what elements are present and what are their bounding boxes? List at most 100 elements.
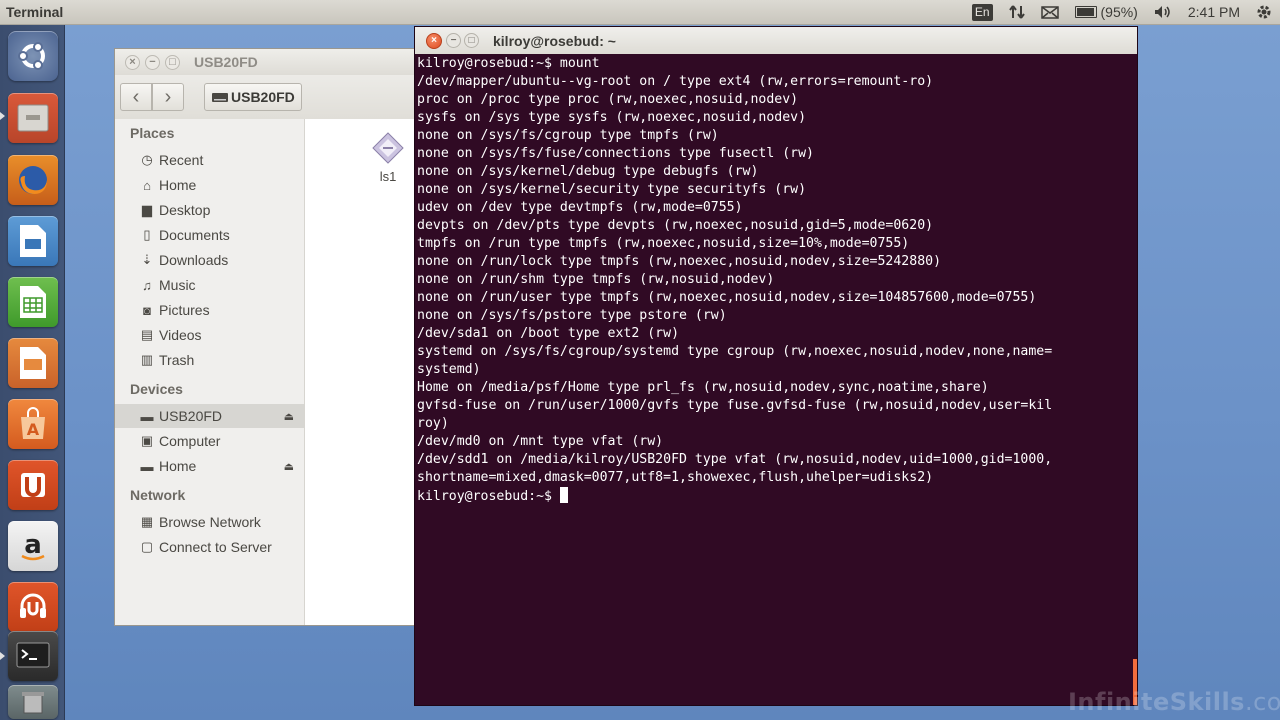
back-button[interactable]: ‹: [120, 83, 152, 111]
terminal-window: × − □ kilroy@rosebud: ~ kilroy@rosebud:~…: [414, 26, 1138, 706]
file-cabinet-icon: [17, 104, 49, 132]
svg-text:a: a: [24, 530, 42, 560]
terminal-icon: [16, 642, 50, 668]
launcher-firefox[interactable]: [8, 155, 58, 205]
amazon-icon: a: [21, 530, 45, 561]
path-bar-button[interactable]: USB20FD: [204, 83, 302, 111]
ubuntu-one-icon: [21, 473, 45, 497]
minimize-window-button[interactable]: −: [446, 33, 461, 48]
trash-icon: [22, 692, 44, 714]
terminal-line: /dev/md0 on /mnt type vfat (rw): [417, 434, 664, 449]
terminal-prompt-line: kilroy@rosebud:~$: [417, 487, 1137, 506]
music-icon: ♫: [142, 277, 152, 293]
file-manager-titlebar[interactable]: × − □ USB20FD: [115, 49, 423, 75]
maximize-window-button[interactable]: □: [165, 54, 180, 70]
mail-icon[interactable]: [1033, 0, 1067, 25]
sidebar-item-usb20fd[interactable]: ▬ USB20FD ⏏: [115, 404, 304, 428]
launcher-amazon[interactable]: a: [8, 521, 58, 571]
file-name: ls1: [379, 169, 397, 184]
drive-icon: [212, 93, 228, 102]
maximize-window-button[interactable]: □: [464, 33, 479, 48]
sidebar-item-connect-to-server[interactable]: ▢ Connect to Server: [115, 535, 304, 559]
top-panel: Terminal En (95%) 2:41 PM: [0, 0, 1280, 25]
network-icon[interactable]: [1001, 0, 1033, 25]
drive-icon: ▬: [140, 458, 154, 474]
eject-icon[interactable]: ⏏: [284, 410, 294, 423]
file-item[interactable]: ls1: [363, 131, 413, 184]
sidebar-item-pictures[interactable]: ◙ Pictures: [115, 298, 304, 322]
session-gear-icon[interactable]: [1248, 0, 1280, 25]
launcher-libreoffice-draw[interactable]: [8, 216, 58, 266]
clock[interactable]: 2:41 PM: [1180, 0, 1248, 25]
sidebar-item-trash[interactable]: ▥ Trash: [115, 348, 304, 372]
forward-button[interactable]: ›: [152, 83, 184, 111]
terminal-titlebar[interactable]: × − □ kilroy@rosebud: ~: [415, 27, 1137, 54]
firefox-icon: [19, 166, 47, 194]
script-file-icon: [371, 131, 405, 165]
sidebar-item-recent[interactable]: ◷ Recent: [115, 148, 304, 172]
launcher-files[interactable]: [8, 93, 58, 143]
minimize-window-button[interactable]: −: [145, 54, 160, 70]
spreadsheet-icon: [20, 286, 46, 318]
terminal-line: tmpfs on /run type tmpfs (rw,noexec,nosu…: [417, 236, 910, 251]
system-tray: En (95%) 2:41 PM: [964, 0, 1280, 25]
drive-icon: ▬: [140, 408, 154, 424]
active-app-title: Terminal: [6, 4, 64, 20]
sidebar-item-downloads[interactable]: ⇣ Downloads: [115, 248, 304, 272]
sidebar-item-home-device[interactable]: ▬ Home ⏏: [115, 454, 304, 478]
network-icon: ▦: [140, 514, 154, 529]
sidebar-item-home[interactable]: ⌂ Home: [115, 173, 304, 197]
terminal-line: Home on /media/psf/Home type prl_fs (rw,…: [417, 380, 989, 395]
headphones-icon: [20, 593, 46, 618]
svg-text:A: A: [27, 420, 40, 439]
launcher-software-center[interactable]: A: [8, 399, 58, 449]
ubuntu-logo-icon: [18, 42, 45, 70]
chevron-right-icon: ›: [164, 85, 172, 108]
terminal-line: systemd on /sys/fs/cgroup/systemd type c…: [417, 344, 1053, 359]
server-icon: ▢: [140, 539, 154, 554]
eject-icon[interactable]: ⏏: [284, 460, 294, 473]
launcher-libreoffice-calc[interactable]: [8, 277, 58, 327]
terminal-line: none on /run/lock type tmpfs (rw,noexec,…: [417, 254, 942, 269]
sidebar-item-computer[interactable]: ▣ Computer: [115, 429, 304, 453]
terminal-line: none on /sys/fs/cgroup type tmpfs (rw): [417, 128, 719, 143]
unity-launcher: A a: [0, 25, 65, 720]
launcher-libreoffice-impress[interactable]: [8, 338, 58, 388]
launcher-ubuntu-one[interactable]: [8, 460, 58, 510]
terminal-line: udev on /dev type devtmpfs (rw,mode=0755…: [417, 200, 743, 215]
launcher-trash[interactable]: [8, 685, 58, 719]
battery-icon: [1074, 6, 1097, 18]
launcher-dash-home[interactable]: [8, 31, 58, 81]
terminal-line: devpts on /dev/pts type devpts (rw,noexe…: [417, 218, 934, 233]
camera-icon: ◙: [143, 302, 151, 318]
launcher-terminal[interactable]: [8, 631, 58, 681]
terminal-line: /dev/mapper/ubuntu--vg-root on / type ex…: [417, 74, 934, 89]
battery-indicator[interactable]: (95%): [1067, 0, 1146, 25]
terminal-prompt: kilroy@rosebud:~$: [417, 489, 560, 504]
file-manager-window: × − □ USB20FD ‹ › USB20FD Places ◷ Recent…: [114, 48, 424, 626]
presentation-icon: [20, 347, 46, 379]
section-network: Network: [130, 487, 186, 503]
volume-icon[interactable]: [1146, 0, 1180, 25]
sidebar-item-documents[interactable]: ▯ Documents: [115, 223, 304, 247]
places-sidebar: Places ◷ Recent ⌂ Home ▆ Desktop ▯ Documents…: [115, 119, 305, 625]
terminal-line: sysfs on /sys type sysfs (rw,noexec,nosu…: [417, 110, 807, 125]
sidebar-item-videos[interactable]: ▤ Videos: [115, 323, 304, 347]
close-icon[interactable]: ×: [426, 32, 442, 49]
document-draw-icon: [20, 225, 46, 257]
sidebar-item-browse-network[interactable]: ▦ Browse Network: [115, 510, 304, 534]
terminal-line: proc on /proc type proc (rw,noexec,nosui…: [417, 92, 799, 107]
terminal-output[interactable]: kilroy@rosebud:~$ mount/dev/mapper/ubunt…: [417, 55, 1137, 705]
terminal-line: roy): [417, 416, 449, 431]
launcher-ubuntu-one-music[interactable]: [8, 582, 58, 632]
sidebar-item-desktop[interactable]: ▆ Desktop: [115, 198, 304, 222]
close-window-button[interactable]: ×: [125, 54, 140, 70]
terminal-line: shortname=mixed,dmask=0077,utf8=1,showex…: [417, 470, 934, 485]
terminal-cursor: [559, 487, 568, 503]
section-places: Places: [130, 125, 175, 141]
keyboard-indicator[interactable]: En: [964, 0, 1001, 25]
trash-icon: ▥: [140, 352, 154, 367]
sidebar-item-music[interactable]: ♫ Music: [115, 273, 304, 297]
running-indicator: [0, 652, 5, 660]
running-indicator: [0, 112, 5, 120]
